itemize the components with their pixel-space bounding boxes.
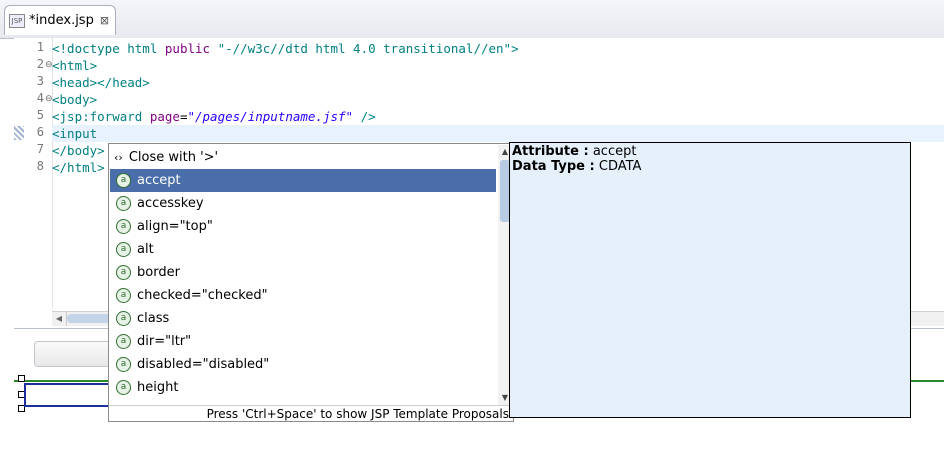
- attribute-icon: a: [116, 242, 131, 257]
- code-token: <jsp:forward: [52, 109, 150, 124]
- code-token: />: [353, 109, 376, 124]
- code-line[interactable]: </body>: [52, 142, 105, 159]
- proposal-label: alt: [137, 242, 154, 257]
- attribute-icon: a: [116, 334, 131, 349]
- editor-tab-bar: JSP *index.jsp ⊠: [0, 0, 944, 39]
- content-assist-popup[interactable]: ‹› Close with '>' a accept a accesskey a alig…: [108, 143, 514, 422]
- proposal-label: align="top": [137, 219, 213, 234]
- datatype-value: CDATA: [598, 159, 642, 174]
- proposal-label: height: [137, 380, 179, 395]
- code-token: </html>: [52, 160, 105, 175]
- scroll-left-icon[interactable]: ◀: [52, 312, 67, 326]
- line-number-gutter: 1 2 ⊖ 3 4 ⊖ 5 6 7 8: [24, 38, 53, 308]
- code-line[interactable]: <head></head>: [52, 74, 150, 91]
- attribute-icon: a: [116, 219, 131, 234]
- line-number: 4: [36, 91, 44, 105]
- code-token: page: [149, 109, 180, 124]
- proposal-item[interactable]: a class: [110, 307, 496, 330]
- proposal-label: class: [137, 311, 170, 326]
- proposal-item[interactable]: a checked="checked": [110, 284, 496, 307]
- code-token: "/pages/inputname.jsf": [187, 109, 354, 124]
- line-number: 8: [36, 159, 44, 173]
- proposal-label: accesskey: [137, 196, 204, 211]
- proposal-footer: Press 'Ctrl+Space' to show JSP Template …: [109, 405, 513, 421]
- code-token: </body>: [52, 143, 105, 158]
- attribute-icon: a: [116, 380, 131, 395]
- proposal-item[interactable]: a accept: [110, 169, 496, 192]
- line-number: 3: [36, 74, 44, 88]
- proposal-item[interactable]: a alt: [110, 238, 496, 261]
- proposal-label: accept: [137, 173, 181, 188]
- proposal-item[interactable]: a align="top": [110, 215, 496, 238]
- proposal-label: dir="ltr": [137, 334, 192, 349]
- proposal-item[interactable]: a accesskey: [110, 192, 496, 215]
- datatype-label: Data Type :: [512, 159, 595, 174]
- proposal-item[interactable]: a border: [110, 261, 496, 284]
- line-number: 1: [36, 40, 44, 54]
- proposal-item[interactable]: a dir="ltr": [110, 330, 496, 353]
- close-with-proposal[interactable]: ‹› Close with '>': [110, 146, 496, 169]
- code-token: <!doctype html: [52, 41, 165, 56]
- resize-handle[interactable]: [18, 375, 25, 382]
- line-number: 7: [36, 142, 44, 156]
- tab-index-jsp[interactable]: JSP *index.jsp ⊠: [4, 5, 116, 35]
- close-icon[interactable]: ⊠: [100, 14, 109, 27]
- tag-close-icon: ‹›: [114, 151, 123, 164]
- proposal-item[interactable]: a disabled="disabled": [110, 353, 496, 376]
- proposal-label: checked="checked": [137, 288, 268, 303]
- jsp-file-icon: JSP: [9, 13, 25, 28]
- attribute-icon: a: [116, 357, 131, 372]
- code-line[interactable]: </html>: [52, 159, 105, 176]
- code-token: <html>: [52, 58, 98, 73]
- code-line[interactable]: <jsp:forward page="/pages/inputname.jsf"…: [52, 108, 376, 125]
- attribute-icon: a: [116, 196, 131, 211]
- current-line-marker: [14, 126, 24, 140]
- code-line[interactable]: <!doctype html public "-//w3c//dtd html …: [52, 40, 519, 57]
- code-token: <input: [52, 126, 105, 141]
- attribute-icon: a: [116, 173, 131, 188]
- proposal-label: border: [137, 265, 180, 280]
- attribute-icon: a: [116, 288, 131, 303]
- proposal-list[interactable]: ‹› Close with '>' a accept a accesskey a alig…: [110, 145, 496, 405]
- code-token: <body>: [52, 92, 98, 107]
- code-line[interactable]: <html>: [52, 57, 97, 74]
- code-token: public: [164, 41, 218, 56]
- attribute-value: accept: [592, 144, 637, 159]
- code-line[interactable]: <input: [52, 125, 944, 142]
- tab-title: *index.jsp: [29, 13, 94, 28]
- attribute-icon: a: [116, 265, 131, 280]
- proposal-item[interactable]: a height: [110, 376, 496, 399]
- attribute-info-panel: Attribute : accept Data Type : CDATA: [509, 142, 911, 418]
- proposal-label: disabled="disabled": [137, 357, 270, 372]
- code-token: <head></head>: [52, 75, 150, 90]
- attribute-icon: a: [116, 311, 131, 326]
- attribute-label: Attribute :: [512, 144, 589, 159]
- line-number: 5: [36, 108, 44, 122]
- code-line[interactable]: <body>: [52, 91, 97, 108]
- line-number: 6: [36, 125, 44, 139]
- proposal-label: Close with '>': [128, 150, 219, 165]
- overview-ruler: [14, 38, 24, 308]
- code-token: "-//w3c//dtd html 4.0 transitional//en">: [217, 41, 519, 56]
- line-number: 2: [36, 57, 44, 71]
